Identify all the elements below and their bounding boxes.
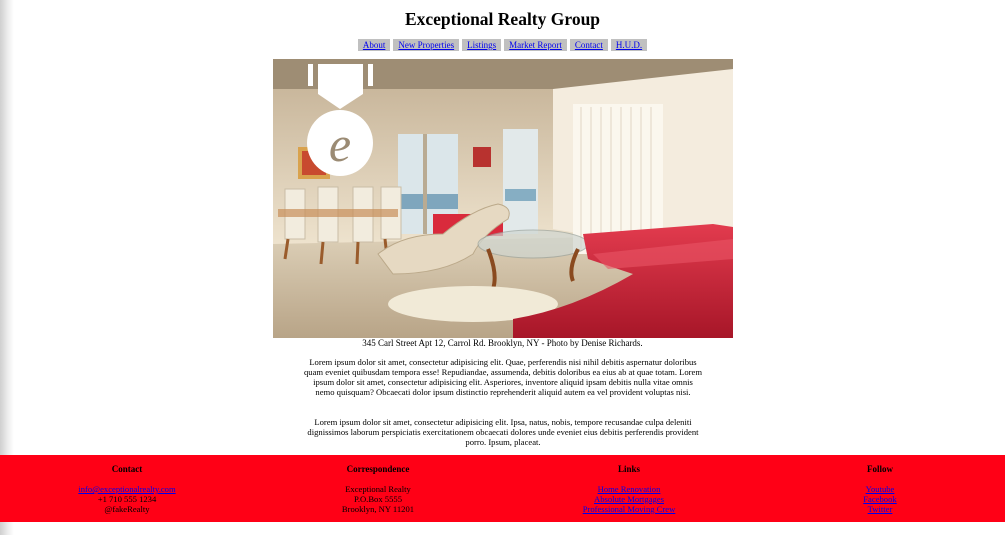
footer-correspondence: Correspondence Exceptional Realty P.O.Bo… [318,464,438,514]
nav-about[interactable]: About [357,39,391,51]
link-absolute-mortgages[interactable]: Absolute Mortgages [568,494,690,504]
nav-contact[interactable]: Contact [569,39,608,51]
footer-follow-heading: Follow [867,464,893,474]
link-twitter[interactable]: Twitter [840,504,920,514]
link-youtube[interactable]: Youtube [840,484,920,494]
nav-market-report[interactable]: Market Report [504,39,567,51]
footer-links: Links Home Renovation Absolute Mortgages… [568,464,690,514]
link-facebook[interactable]: Facebook [840,494,920,504]
hero-photo: e [273,59,733,338]
footer-correspondence-heading: Correspondence [346,464,410,474]
correspondence-line: Exceptional Realty [345,484,411,494]
footer-follow: Follow Youtube Facebook Twitter [840,464,920,514]
correspondence-line: Brooklyn, NY 11201 [341,504,415,514]
nav-hud[interactable]: H.U.D. [610,39,648,51]
correspondence-line: P.O.Box 5555 [354,494,402,504]
main-nav: About New Properties Listings Market Rep… [0,39,1005,51]
link-home-renovation[interactable]: Home Renovation [568,484,690,494]
intro-paragraph: Lorem ipsum dolor sit amet, consectetur … [303,357,703,397]
site-title: Exceptional Realty Group [404,9,601,29]
contact-email-link[interactable]: info@exceptionalrealty.com [67,484,187,494]
footer-contact: Contact info@exceptionalrealty.com +1 71… [67,464,187,514]
site-footer: Contact info@exceptionalrealty.com +1 71… [0,455,1005,522]
footer-contact-heading: Contact [111,464,143,474]
nav-new-properties[interactable]: New Properties [393,39,460,51]
contact-phone: +1 710 555 1234 [97,494,157,504]
contact-handle: @fakeRealty [104,504,150,514]
secondary-paragraph: Lorem ipsum dolor sit amet, consectetur … [307,417,699,447]
footer-links-heading: Links [617,464,641,474]
svg-text:e: e [329,116,351,172]
nav-listings[interactable]: Listings [462,39,502,51]
living-room-illustration: e [273,59,733,338]
photo-caption: 345 Carl Street Apt 12, Carrol Rd. Brook… [362,338,643,348]
link-professional-moving-crew[interactable]: Professional Moving Crew [568,504,690,514]
